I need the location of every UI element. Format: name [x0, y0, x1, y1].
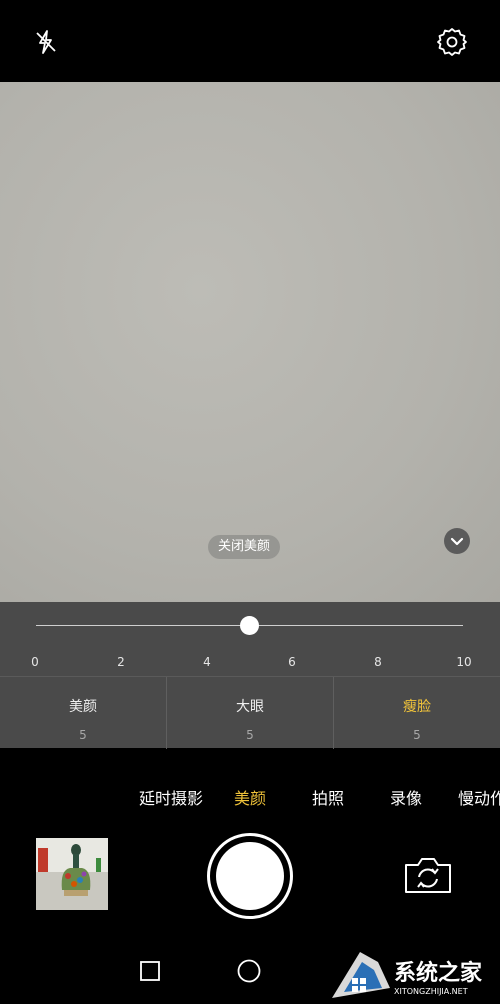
settings-gear-icon[interactable]: [434, 24, 470, 60]
top-bar: [0, 0, 500, 82]
beauty-tabs: 美颜 5 大眼 5 瘦脸 5: [0, 676, 500, 749]
slider-tick-label: 8: [374, 655, 382, 669]
slider-tick-label: 0: [31, 655, 39, 669]
tab-label: 美颜: [69, 699, 97, 715]
mode-photo[interactable]: 拍照: [312, 785, 344, 809]
mode-selector: 延时摄影 美颜 拍照 录像 慢动作: [0, 785, 500, 809]
switch-camera-icon[interactable]: [402, 855, 454, 895]
mode-timelapse[interactable]: 延时摄影: [139, 785, 203, 809]
shutter-inner: [216, 842, 284, 910]
tab-label: 瘦脸: [403, 699, 431, 715]
tab-slim-face[interactable]: 瘦脸 5: [334, 677, 500, 749]
shutter-button[interactable]: [207, 833, 293, 919]
beauty-slider-thumb[interactable]: [240, 616, 259, 635]
chevron-down-icon[interactable]: [444, 528, 470, 554]
mode-video[interactable]: 录像: [390, 785, 422, 809]
camera-viewfinder[interactable]: [0, 82, 500, 602]
beauty-off-button[interactable]: 关闭美颜: [208, 535, 281, 559]
tab-value: 5: [79, 728, 87, 742]
square-recent-icon[interactable]: [136, 957, 164, 985]
watermark-logo: 系统之家 XITONGZHIJIA.NET: [330, 948, 500, 1000]
tab-label: 大眼: [236, 699, 264, 715]
slider-tick-label: 4: [203, 655, 211, 669]
slider-tick-label: 10: [456, 655, 472, 669]
slider-tick-label: 6: [288, 655, 296, 669]
tab-value: 5: [246, 728, 254, 742]
circle-home-icon[interactable]: [234, 956, 264, 986]
tab-big-eyes[interactable]: 大眼 5: [167, 677, 334, 749]
flash-off-icon[interactable]: [30, 26, 62, 58]
tab-value: 5: [413, 728, 421, 742]
tab-beauty[interactable]: 美颜 5: [0, 677, 167, 749]
slider-tick-label: 2: [117, 655, 125, 669]
watermark-title: 系统之家: [394, 960, 483, 986]
gallery-thumbnail[interactable]: [36, 838, 108, 910]
mode-beauty[interactable]: 美颜: [234, 785, 266, 809]
watermark-subtitle: XITONGZHIJIA.NET: [394, 987, 468, 996]
mode-slow-motion[interactable]: 慢动作: [458, 785, 500, 809]
